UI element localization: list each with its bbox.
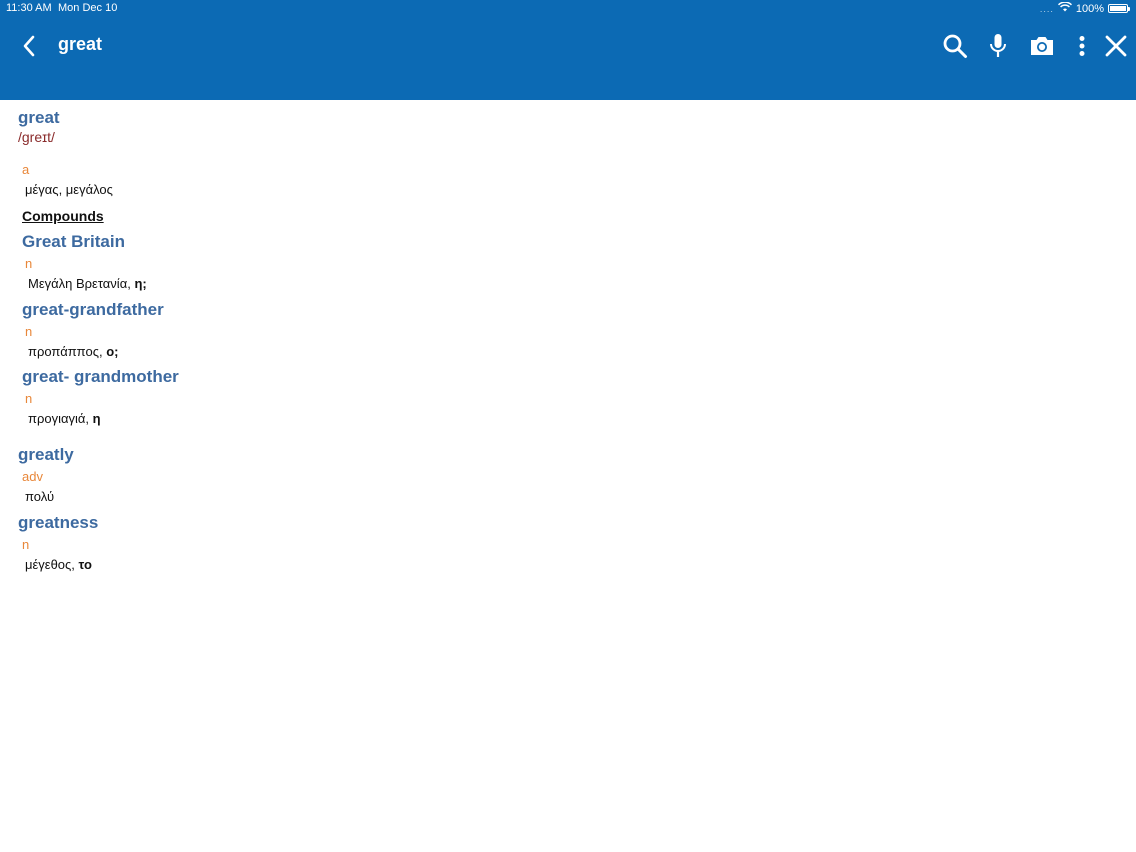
related-pos: n <box>22 537 30 552</box>
status-indicators: .... 100% <box>1039 1 1130 15</box>
camera-icon <box>1031 37 1053 55</box>
gender-marker: η; <box>134 276 147 291</box>
microphone-icon <box>990 34 1006 57</box>
related-translation: πολύ <box>25 489 55 504</box>
dictionary-entry: great /greɪt/ a μέγας, μεγάλος Compounds… <box>0 100 1136 852</box>
battery-percent: 100% <box>1075 2 1104 15</box>
camera-button[interactable] <box>1027 31 1057 61</box>
compound-headword[interactable]: great- grandmother <box>22 367 179 387</box>
status-date: Mon Dec 10 <box>58 2 118 14</box>
related-pos: adv <box>22 469 43 484</box>
gender-marker: το <box>78 557 92 572</box>
chevron-left-icon <box>23 35 35 57</box>
entry-pronunciation: /greɪt/ <box>18 129 55 145</box>
compounds-heading: Compounds <box>22 208 104 224</box>
compound-pos: n <box>25 324 33 339</box>
battery-icon <box>1108 4 1130 13</box>
signal-icon: .... <box>1039 3 1054 14</box>
status-time: 11:30 AM <box>6 2 52 14</box>
voice-search-button[interactable] <box>983 31 1013 61</box>
entry-translation: μέγας, μεγάλος <box>25 182 113 197</box>
related-headword[interactable]: greatly <box>18 445 74 465</box>
compound-translation: προγιαγιά, η <box>28 411 101 426</box>
app-header: 11:30 AM Mon Dec 10 .... 100% great <box>0 0 1136 100</box>
compound-translation: προπάππος, ο; <box>28 344 119 359</box>
compound-pos: n <box>25 256 33 271</box>
close-icon <box>1105 35 1127 57</box>
back-button[interactable] <box>16 32 42 60</box>
status-bar: 11:30 AM Mon Dec 10 .... 100% <box>0 0 1136 16</box>
search-button[interactable] <box>940 31 970 61</box>
compound-headword[interactable]: Great Britain <box>22 232 125 252</box>
compound-translation: Μεγάλη Βρετανία, η; <box>28 276 147 291</box>
wifi-icon <box>1057 1 1072 15</box>
close-button[interactable] <box>1101 31 1131 61</box>
more-vertical-icon <box>1079 36 1085 56</box>
search-query[interactable]: great <box>58 34 102 55</box>
search-icon <box>943 34 967 58</box>
gender-marker: η <box>92 411 101 426</box>
compound-pos: n <box>25 391 33 406</box>
related-translation: μέγεθος, το <box>25 557 92 572</box>
entry-headword: great <box>18 108 60 127</box>
entry-pos: a <box>22 162 30 177</box>
related-headword[interactable]: greatness <box>18 513 98 533</box>
gender-marker: ο; <box>106 344 119 359</box>
compound-headword[interactable]: great-grandfather <box>22 300 164 320</box>
more-options-button[interactable] <box>1067 31 1097 61</box>
